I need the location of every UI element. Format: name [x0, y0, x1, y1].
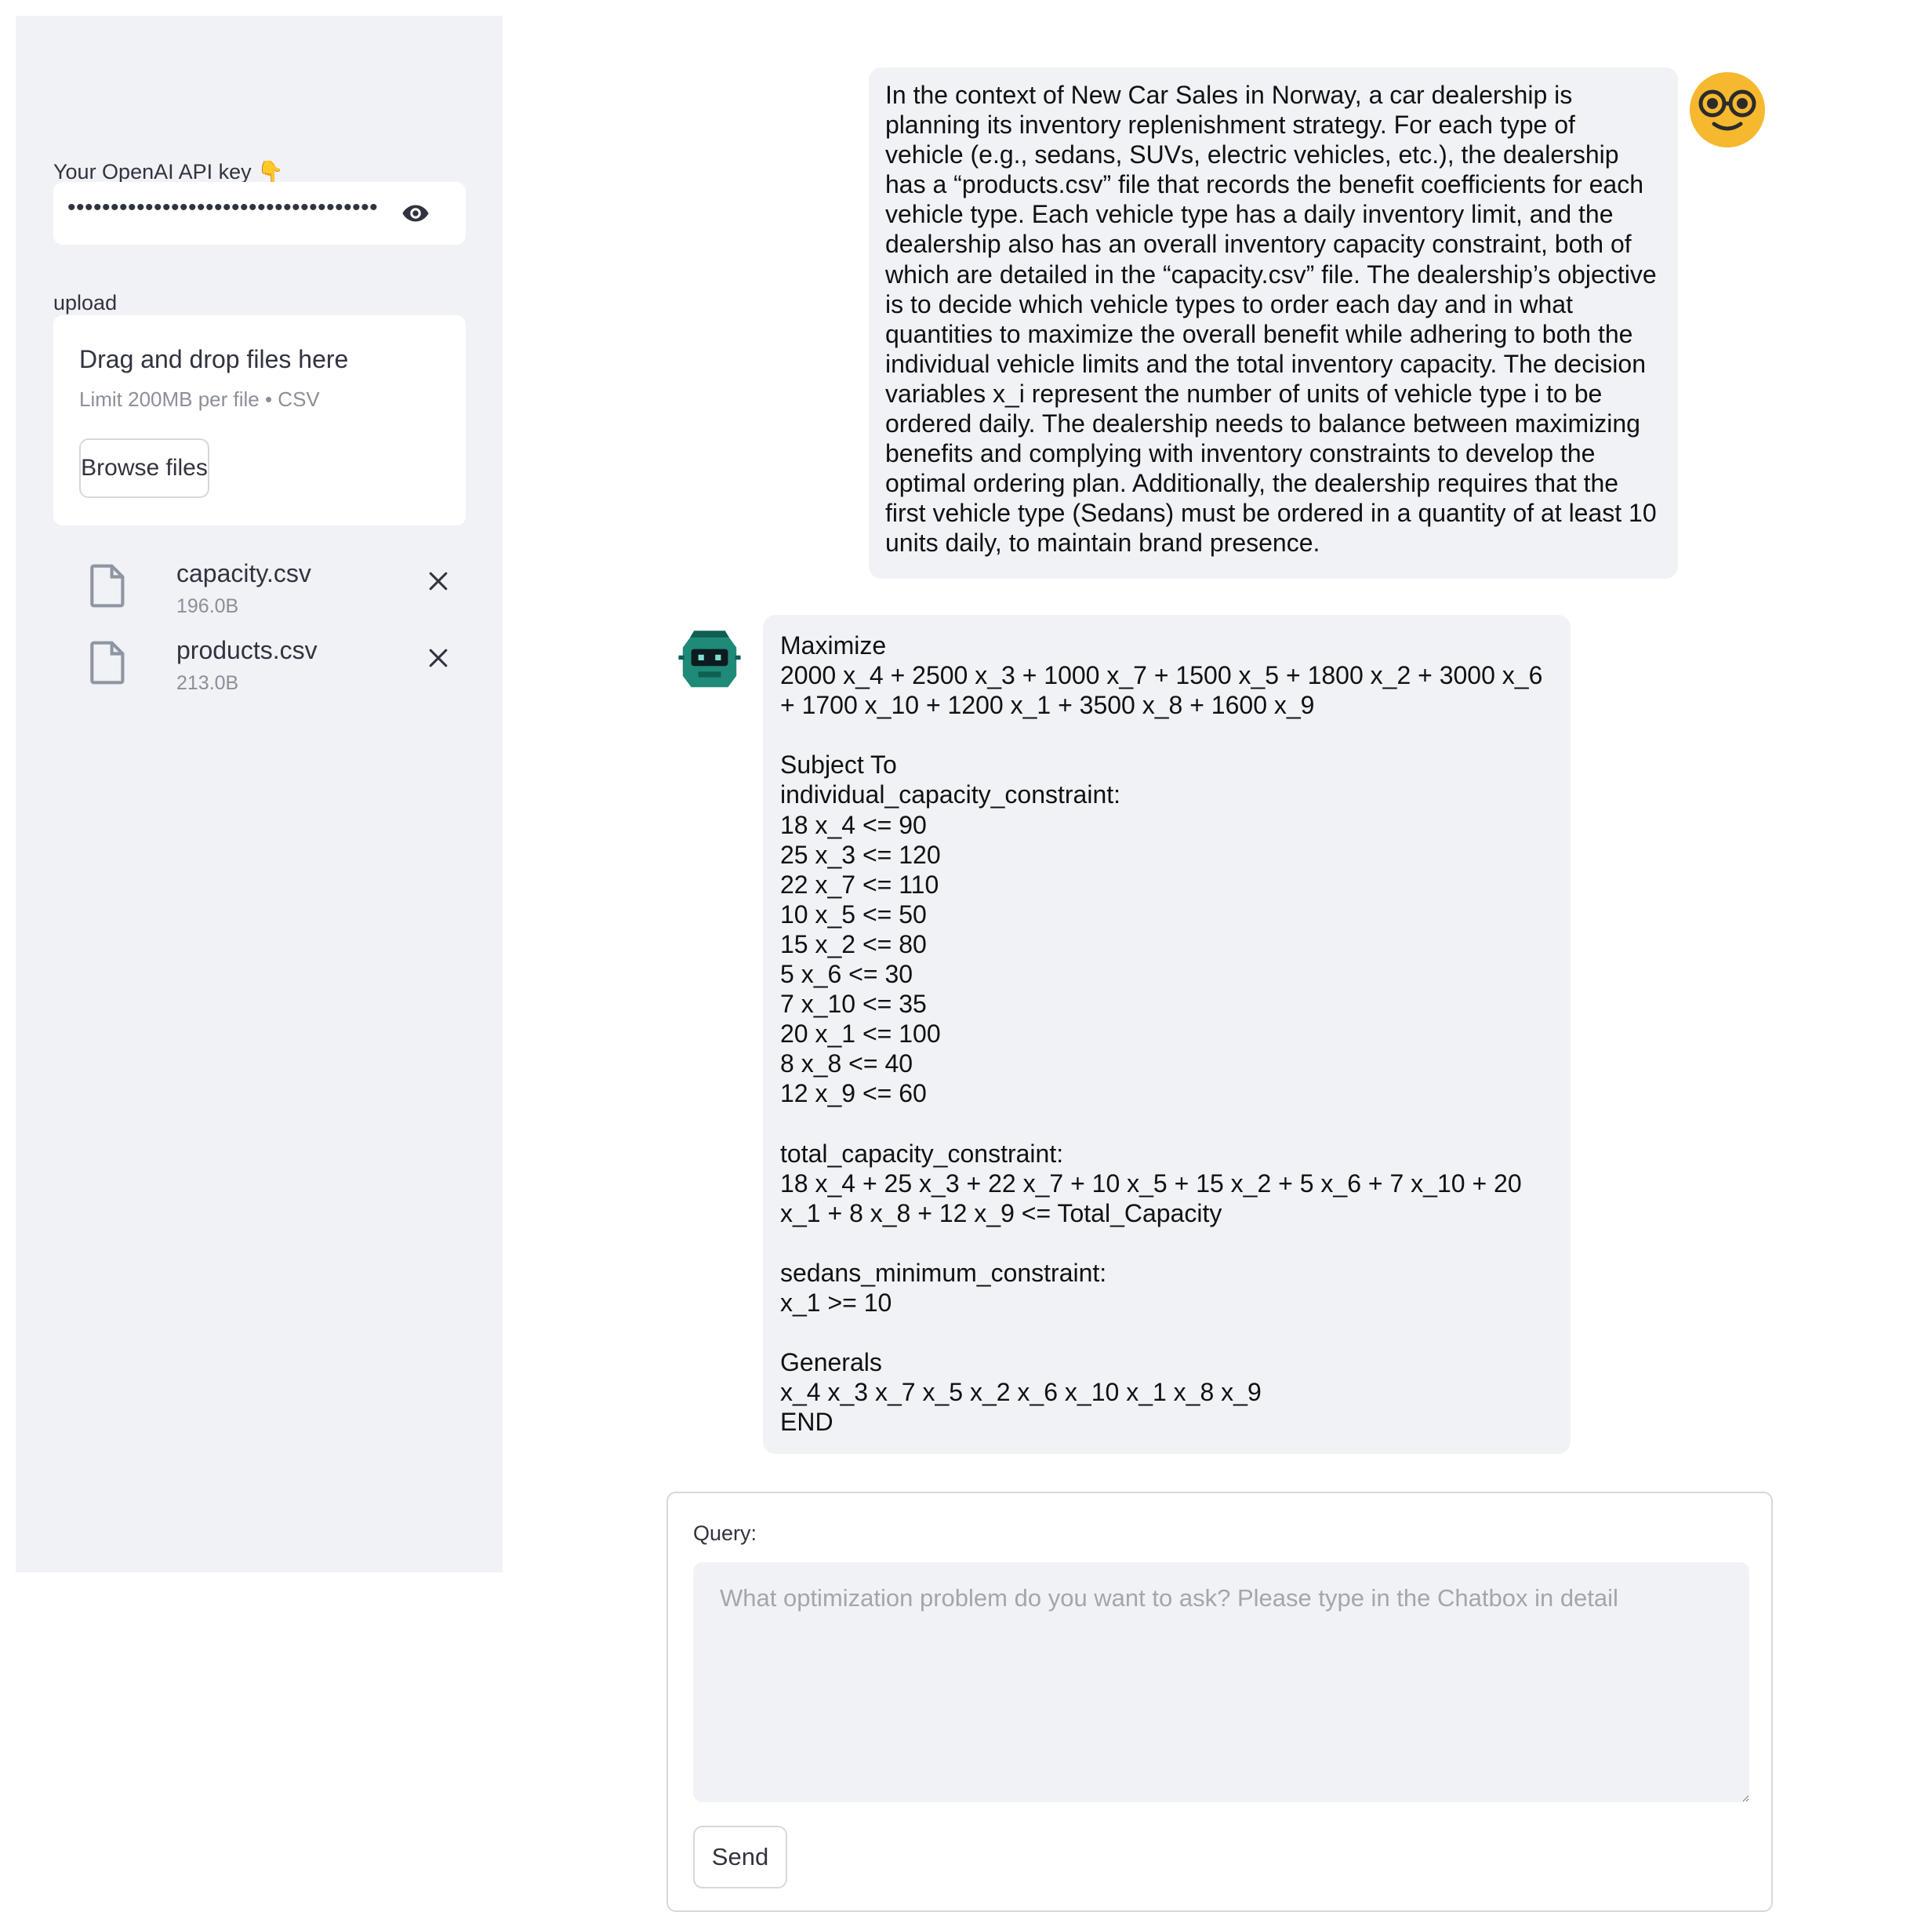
sidebar: Your OpenAI API key 👇 ••••••••••••••••••…: [16, 16, 503, 1572]
api-key-label: Your OpenAI API key 👇: [53, 160, 284, 184]
uploaded-file-item: capacity.csv 196.0B: [90, 559, 467, 630]
close-icon[interactable]: [427, 570, 449, 592]
file-icon: [90, 564, 125, 608]
api-key-input[interactable]: ••••••••••••••••••••••••••••••••••••••••…: [53, 182, 466, 245]
browse-files-button[interactable]: Browse files: [79, 438, 209, 498]
assistant-message: Maximize 2000 x_4 + 2500 x_3 + 1000 x_7 …: [763, 615, 1571, 1454]
file-dropzone[interactable]: Drag and drop files here Limit 200MB per…: [53, 315, 466, 525]
dropzone-title: Drag and drop files here: [79, 345, 349, 373]
file-name: products.csv: [176, 636, 318, 664]
file-size: 213.0B: [176, 672, 239, 694]
eye-icon[interactable]: [400, 199, 431, 227]
query-label: Query:: [693, 1521, 757, 1545]
query-form: Query: Send: [666, 1492, 1773, 1912]
query-input[interactable]: [693, 1562, 1749, 1802]
user-avatar-icon: [1690, 72, 1765, 147]
close-icon[interactable]: [427, 647, 449, 669]
upload-label: upload: [53, 291, 118, 314]
file-name: capacity.csv: [176, 559, 311, 587]
send-button[interactable]: Send: [693, 1826, 787, 1888]
file-icon: [90, 641, 125, 685]
user-message: In the context of New Car Sales in Norwa…: [869, 67, 1678, 579]
uploaded-file-item: products.csv 213.0B: [90, 636, 467, 707]
api-key-value[interactable]: ••••••••••••••••••••••••••••••••••••••••…: [67, 194, 377, 221]
file-size: 196.0B: [176, 595, 239, 617]
dropzone-limit: Limit 200MB per file • CSV: [79, 387, 320, 411]
bot-avatar-icon: [678, 631, 741, 688]
